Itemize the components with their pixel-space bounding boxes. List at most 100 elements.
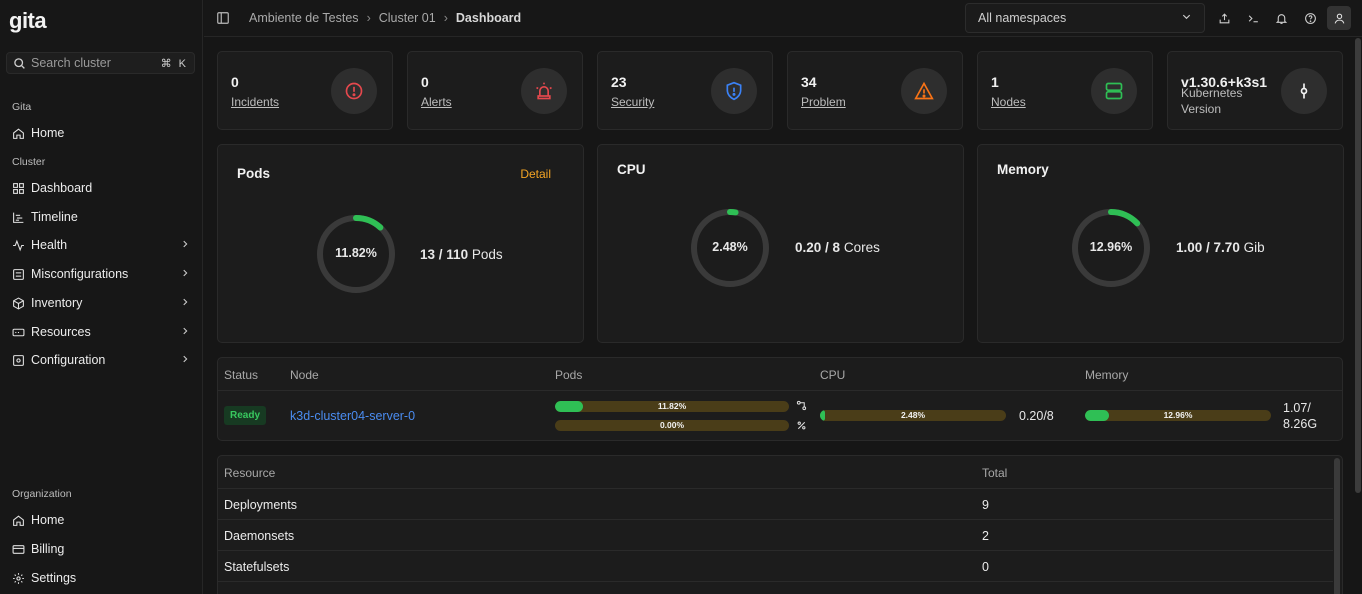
memory-bar: 12.96% [1085, 410, 1271, 421]
sidebar-item-inventory[interactable]: Inventory [12, 293, 190, 313]
table-row[interactable]: Deployments 9 [218, 488, 1333, 519]
node-link[interactable]: k3d-cluster04-server-0 [290, 409, 415, 423]
gear-icon [12, 572, 25, 585]
sidebar-item-label: Settings [31, 571, 77, 585]
stat-card-kubernetes-version: v1.30.6+k3s1 Kubernetes Version [1167, 51, 1343, 130]
memory-usage: 1.00 / 7.70 Gib [1176, 240, 1265, 255]
bar-label: 12.96% [1163, 410, 1193, 420]
memory-card: Memory 12.96% 1.00 / 7.70 Gib [977, 144, 1344, 343]
page-scrollbar[interactable] [1355, 38, 1361, 493]
table-row[interactable] [218, 581, 1333, 594]
breadcrumb-item[interactable]: Cluster 01 [379, 11, 436, 25]
bar-label: 2.48% [900, 410, 926, 420]
resource-total: 9 [982, 498, 989, 512]
billing-icon [12, 543, 25, 556]
sidebar-item-label: Resources [31, 325, 91, 339]
stat-link-incidents[interactable]: Incidents [231, 95, 279, 109]
sidebar-item-timeline[interactable]: Timeline [12, 207, 190, 227]
cpu-card: CPU 2.48% 0.20 / 8 Cores [597, 144, 964, 343]
pods-link-icon[interactable] [796, 399, 807, 415]
memory-title: Memory [997, 162, 1049, 177]
sidebar-item-configuration[interactable]: Configuration [12, 350, 190, 370]
search-input[interactable]: Search cluster ⌘ K [6, 52, 195, 74]
sidebar-item-org-home[interactable]: Home [12, 510, 190, 530]
home-icon [12, 514, 25, 527]
group-label-cluster: Cluster [12, 156, 46, 168]
cpu-gauge-percent: 2.48% [712, 240, 748, 254]
sidebar-item-billing[interactable]: Billing [12, 539, 190, 559]
bar-label: 0.00% [659, 420, 685, 430]
pods-card: Pods Detail 11.82% 13 / 110 Pods [217, 144, 584, 343]
search-placeholder: Search cluster [31, 56, 111, 70]
bar-label: 11.82% [657, 401, 687, 411]
sidebar-item-misconfigurations[interactable]: Misconfigurations [12, 264, 190, 284]
cpu-bar: 2.48% [820, 410, 1006, 421]
memory-gauge-percent: 12.96% [1089, 240, 1133, 254]
chevron-right-icon [180, 238, 190, 252]
table-row[interactable]: Statefulsets 0 [218, 550, 1333, 581]
search-icon [14, 57, 25, 69]
share-icon[interactable] [1212, 6, 1236, 30]
breadcrumb-current: Dashboard [455, 11, 522, 25]
chevron-right-icon: › [366, 11, 371, 25]
status-badge: Ready [224, 406, 266, 425]
chevron-right-icon [180, 353, 190, 367]
sidebar-toggle-icon[interactable] [216, 11, 230, 28]
stat-label: Kubernetes Version [1181, 86, 1243, 116]
search-shortcut: ⌘ K [160, 57, 188, 70]
resource-total: 0 [982, 560, 989, 574]
memory-value: 1.07/8.26G [1283, 401, 1318, 431]
stat-link-alerts[interactable]: Alerts [421, 95, 452, 109]
help-icon[interactable] [1298, 6, 1322, 30]
home-icon [12, 127, 25, 140]
resource-name: Daemonsets [224, 529, 295, 543]
pods-detail-link[interactable]: Detail [520, 167, 551, 181]
main-content: 0 Incidents 0 Alerts 23 Security 34 Prob… [204, 38, 1362, 594]
resource-total: 2 [982, 529, 989, 543]
sidebar-item-label: Billing [31, 542, 65, 556]
sidebar-item-label: Home [31, 513, 65, 527]
chevron-right-icon: › [443, 11, 448, 25]
terminal-icon[interactable] [1241, 6, 1265, 30]
health-icon [12, 239, 25, 252]
resource-name: Statefulsets [224, 560, 290, 574]
resource-table: Resource Total Deployments 9 Daemonsets … [217, 455, 1343, 594]
sidebar-item-gita-home[interactable]: Home [12, 123, 190, 143]
divider [218, 390, 1342, 391]
stat-value: 23 [611, 74, 627, 90]
cpu-usage: 0.20 / 8 Cores [795, 240, 880, 255]
bell-icon[interactable] [1269, 6, 1293, 30]
stat-link-security[interactable]: Security [611, 95, 654, 109]
stat-card-problem: 34 Problem [787, 51, 963, 130]
col-header-total: Total [982, 466, 1008, 480]
nodes-table: Status Node Pods CPU Memory Ready k3d-cl… [217, 357, 1343, 441]
table-scrollbar[interactable] [1334, 458, 1340, 594]
sidebar-item-dashboard[interactable]: Dashboard [12, 178, 190, 198]
sidebar-item-settings[interactable]: Settings [12, 568, 190, 588]
stat-value: 34 [801, 74, 817, 90]
breadcrumb-item[interactable]: Ambiente de Testes [249, 11, 359, 25]
timeline-icon [12, 211, 25, 224]
col-header-resource: Resource [224, 466, 276, 480]
pods-bar-secondary: 0.00% [555, 420, 789, 431]
group-label-organization: Organization [12, 488, 72, 500]
pods-usage: 13 / 110 Pods [420, 247, 503, 262]
col-header-memory: Memory [1085, 368, 1129, 382]
chevron-down-icon [1181, 11, 1192, 25]
brand-logo[interactable]: gita [9, 8, 47, 34]
percent-icon[interactable] [796, 419, 807, 435]
table-row[interactable]: Daemonsets 2 [218, 519, 1333, 550]
stat-link-problem[interactable]: Problem [801, 95, 846, 109]
cpu-value: 0.20/8 [1019, 409, 1054, 423]
git-commit-icon [1281, 68, 1327, 114]
sidebar-item-health[interactable]: Health [12, 235, 190, 255]
user-icon[interactable] [1327, 6, 1351, 30]
cpu-title: CPU [617, 162, 646, 177]
stat-link-nodes[interactable]: Nodes [991, 95, 1026, 109]
namespace-select[interactable]: All namespaces [965, 3, 1205, 33]
col-header-status: Status [224, 368, 259, 382]
sidebar-item-resources[interactable]: Resources [12, 322, 190, 342]
alert-circle-icon [331, 68, 377, 114]
grid-icon [12, 182, 25, 195]
sidebar-item-label: Misconfigurations [31, 267, 129, 281]
